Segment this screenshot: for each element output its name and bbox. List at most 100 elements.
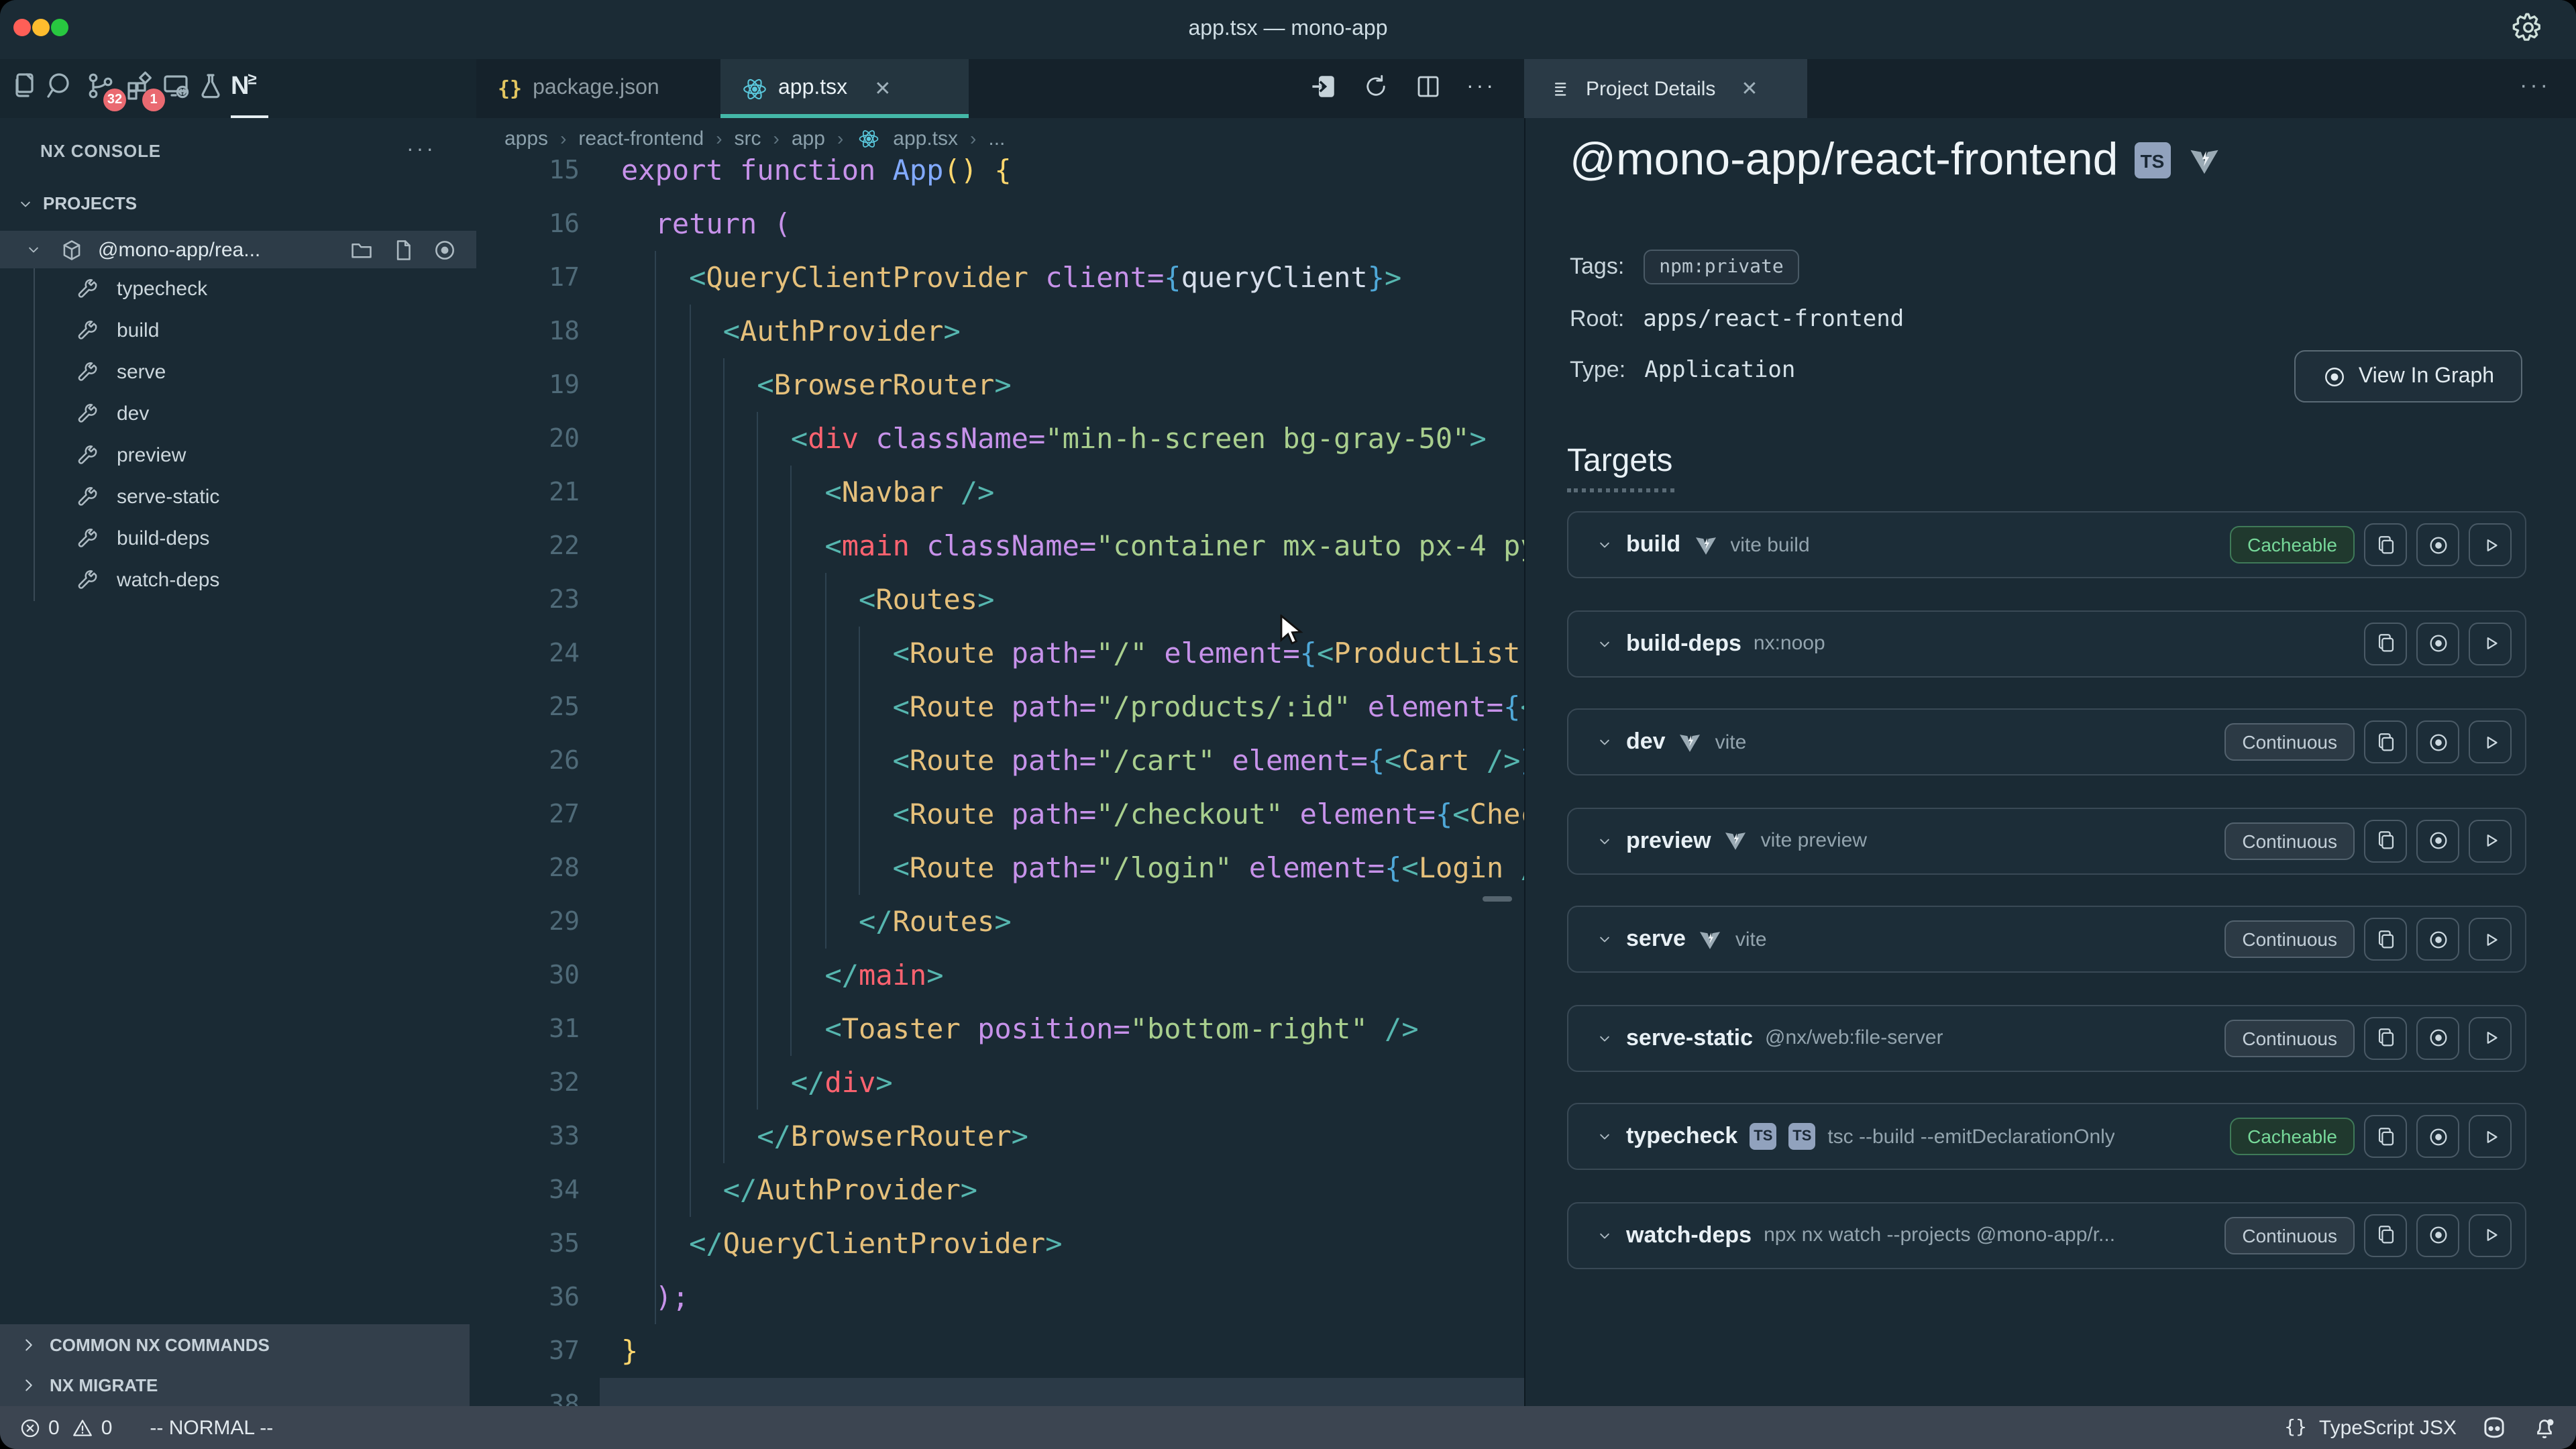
breadcrumb-item[interactable]: apps [504, 127, 548, 150]
copy-button[interactable] [2364, 622, 2407, 665]
refresh-icon[interactable] [1362, 72, 1390, 101]
breadcrumb-item[interactable]: app.tsx [893, 127, 958, 150]
view-in-graph-button[interactable] [2416, 622, 2459, 665]
sidebar-target-serve-static[interactable]: serve-static [0, 476, 476, 518]
activity-bar-source-control-icon[interactable]: 32 [85, 70, 122, 107]
code-line: <Route path="/cart" element={<Cart />} /… [621, 734, 1524, 788]
target-card-serve-static[interactable]: serve-static@nx/web:file-serverContinuou… [1567, 1004, 2526, 1071]
view-in-graph-button[interactable] [2416, 819, 2459, 862]
view-in-graph-button[interactable] [2416, 720, 2459, 763]
copy-button[interactable] [2364, 720, 2407, 763]
panel-more-actions-icon[interactable]: ··· [2520, 72, 2551, 99]
breadcrumb-item[interactable]: ... [988, 127, 1005, 150]
code-editor[interactable]: 15export function App() {16 return (17 <… [476, 118, 1524, 1406]
close-icon[interactable]: ✕ [1741, 76, 1758, 101]
line-number: 31 [476, 1002, 580, 1056]
sidebar-section-common-nx-commands[interactable]: COMMON NX COMMANDS [0, 1324, 470, 1364]
open-changes-icon[interactable] [1309, 72, 1338, 101]
open-config-file-icon[interactable] [390, 237, 416, 262]
breadcrumb-item[interactable]: react-frontend [578, 127, 704, 150]
activity-bar-search-icon[interactable] [44, 70, 82, 107]
sidebar-target-dev[interactable]: dev [0, 393, 476, 435]
breadcrumb-item[interactable]: app [792, 127, 825, 150]
target-card-dev[interactable]: devviteContinuous [1567, 708, 2526, 775]
copy-button[interactable] [2364, 1115, 2407, 1158]
code-line: </BrowserRouter> [621, 1110, 1028, 1163]
target-card-build[interactable]: buildvite buildCacheable [1567, 511, 2526, 578]
view-in-graph-button[interactable] [2416, 918, 2459, 961]
copy-button[interactable] [2364, 918, 2407, 961]
run-target-button[interactable] [2469, 622, 2512, 665]
run-target-button[interactable] [2469, 918, 2512, 961]
focus-target-icon[interactable] [432, 237, 458, 262]
run-target-button[interactable] [2469, 523, 2512, 566]
target-card-serve[interactable]: serveviteContinuous [1567, 906, 2526, 973]
split-editor-icon[interactable] [1414, 72, 1442, 101]
activity-bar-explorer-icon[interactable] [8, 70, 46, 107]
copilot-icon[interactable] [2481, 1415, 2508, 1440]
target-card-watch-deps[interactable]: watch-depsnpx nx watch --projects @mono-… [1567, 1201, 2526, 1269]
sidebar-target-typecheck[interactable]: typecheck [0, 268, 476, 310]
tab-package.json[interactable]: {}package.json [476, 59, 720, 118]
view-in-graph-button[interactable] [2416, 523, 2459, 566]
settings-gear-icon[interactable] [2512, 11, 2545, 44]
view-in-graph-button[interactable] [2416, 1016, 2459, 1059]
current-line-highlight [600, 1378, 1524, 1406]
editor-scrollbar-thumb[interactable] [1483, 896, 1512, 902]
language-mode-selector[interactable]: {} TypeScript JSX [2284, 1416, 2457, 1439]
sidebar-target-preview[interactable]: preview [0, 435, 476, 476]
chevron-down-icon[interactable] [1595, 1226, 1614, 1244]
chevron-down-icon[interactable] [1595, 535, 1614, 554]
target-name: build [1626, 531, 1680, 558]
editor-more-actions-icon[interactable]: ··· [1466, 74, 1496, 99]
tab-label: package.json [533, 76, 659, 101]
chevron-down-icon[interactable] [1595, 1028, 1614, 1047]
notifications-bell-icon[interactable] [2532, 1415, 2557, 1440]
sidebar-more-actions-icon[interactable]: ··· [407, 138, 436, 162]
tab-project-details[interactable]: Project Details ✕ [1524, 59, 1807, 118]
warning-count: 0 [101, 1416, 113, 1439]
run-target-button[interactable] [2469, 1016, 2512, 1059]
line-number: 35 [476, 1217, 580, 1271]
line-number: 28 [476, 841, 580, 895]
activity-bar-nx-console-icon[interactable]: N≥ [231, 70, 268, 107]
sidebar-target-build-deps[interactable]: build-deps [0, 518, 476, 559]
sidebar-section-nx-migrate[interactable]: NX MIGRATE [0, 1364, 470, 1405]
activity-bar-testing-icon[interactable] [195, 70, 232, 107]
view-in-graph-button[interactable] [2416, 1115, 2459, 1158]
run-target-button[interactable] [2469, 720, 2512, 763]
line-number: 36 [476, 1271, 580, 1324]
copy-button[interactable] [2364, 523, 2407, 566]
copy-button[interactable] [2364, 819, 2407, 862]
run-target-button[interactable] [2469, 1214, 2512, 1256]
project-tree-item[interactable]: @mono-app/rea... [0, 231, 476, 268]
projects-section-header[interactable]: PROJECTS [16, 193, 137, 213]
close-icon[interactable]: ✕ [874, 76, 891, 101]
problems-indicator[interactable]: 0 0 [19, 1416, 112, 1439]
chevron-down-icon[interactable] [1595, 930, 1614, 949]
breadcrumb-item[interactable]: src [735, 127, 761, 150]
sidebar-target-serve[interactable]: serve [0, 352, 476, 393]
view-in-graph-button[interactable] [2416, 1214, 2459, 1256]
view-in-graph-button[interactable]: View In Graph [2294, 350, 2522, 402]
activity-bar-remote-explorer-icon[interactable] [160, 70, 197, 107]
target-card-build-deps[interactable]: build-depsnx:noop [1567, 610, 2526, 677]
folder-icon[interactable] [349, 237, 374, 262]
copy-button[interactable] [2364, 1016, 2407, 1059]
breadcrumb-separator: › [837, 127, 843, 149]
chevron-down-icon[interactable] [1595, 733, 1614, 751]
wrench-icon [75, 526, 101, 551]
target-label: serve-static [117, 486, 219, 508]
copy-button[interactable] [2364, 1214, 2407, 1256]
tab-app.tsx[interactable]: app.tsx✕ [720, 59, 969, 118]
target-card-preview[interactable]: previewvite previewContinuous [1567, 807, 2526, 874]
target-card-typecheck[interactable]: typecheckTSTStsc --build --emitDeclarati… [1567, 1103, 2526, 1170]
sidebar-target-build[interactable]: build [0, 310, 476, 352]
activity-bar-extensions-icon[interactable]: 1 [123, 70, 161, 107]
chevron-down-icon[interactable] [1595, 831, 1614, 850]
run-target-button[interactable] [2469, 1115, 2512, 1158]
chevron-down-icon[interactable] [1595, 634, 1614, 653]
sidebar-target-watch-deps[interactable]: watch-deps [0, 559, 476, 601]
chevron-down-icon[interactable] [1595, 1127, 1614, 1146]
run-target-button[interactable] [2469, 819, 2512, 862]
